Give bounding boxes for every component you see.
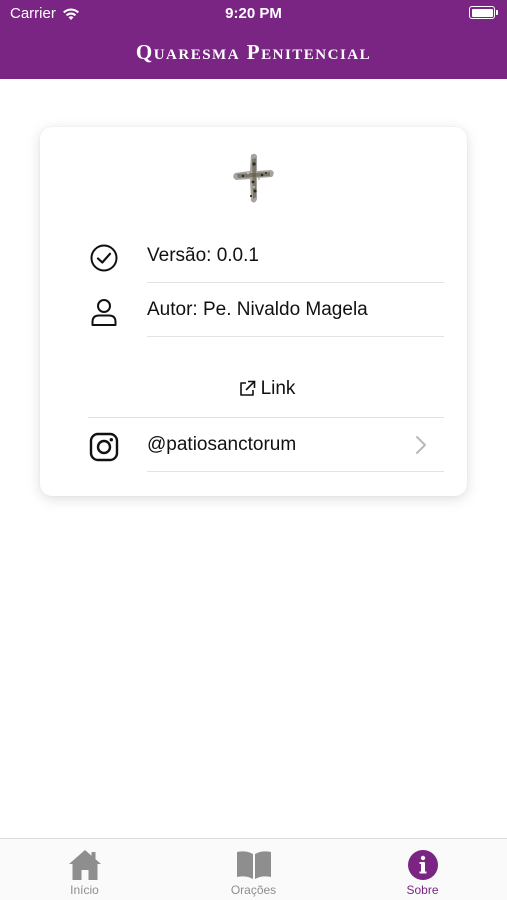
header: Carrier 9:20 PM Quaresma Penitencial bbox=[0, 0, 507, 79]
app-screen: Carrier 9:20 PM Quaresma Penitencial Ver… bbox=[0, 0, 507, 900]
instagram-icon bbox=[89, 432, 119, 462]
tab-bar: Início Orações Sobre bbox=[0, 838, 507, 900]
version-text: Versão: 0.0.1 bbox=[147, 245, 259, 266]
about-card: Versão: 0.0.1 Autor: Pe. Nivaldo Magela … bbox=[40, 127, 467, 496]
home-icon bbox=[69, 850, 101, 880]
instagram-row[interactable]: @patiosanctorum bbox=[88, 418, 444, 472]
external-link-icon bbox=[239, 380, 255, 396]
page-title: Quaresma Penitencial bbox=[135, 40, 372, 64]
person-icon bbox=[91, 299, 117, 326]
tab-label: Sobre bbox=[406, 883, 439, 897]
tab-label: Orações bbox=[230, 883, 277, 897]
instagram-handle: @patiosanctorum bbox=[147, 434, 297, 455]
divider bbox=[147, 336, 444, 337]
ash-cross-logo bbox=[233, 153, 274, 203]
link-content: Link bbox=[88, 378, 444, 400]
tab-oracoes[interactable]: Orações bbox=[169, 839, 338, 900]
chevron-right-icon bbox=[416, 436, 426, 454]
check-circle-icon bbox=[90, 244, 118, 272]
version-row: Versão: 0.0.1 bbox=[88, 229, 444, 283]
tab-sobre[interactable]: Sobre bbox=[338, 839, 507, 900]
author-text: Autor: Pe. Nivaldo Magela bbox=[147, 299, 368, 320]
status-bar: Carrier 9:20 PM bbox=[0, 0, 507, 28]
info-icon bbox=[408, 850, 438, 880]
tab-inicio[interactable]: Início bbox=[0, 839, 169, 900]
link-label: Link bbox=[260, 378, 296, 399]
status-time: 9:20 PM bbox=[225, 5, 282, 22]
link-button[interactable]: Link bbox=[88, 363, 444, 418]
book-icon bbox=[237, 851, 271, 879]
tab-label: Início bbox=[70, 883, 99, 897]
battery-icon bbox=[469, 6, 498, 19]
divider bbox=[147, 471, 444, 472]
author-row: Autor: Pe. Nivaldo Magela bbox=[88, 283, 444, 337]
